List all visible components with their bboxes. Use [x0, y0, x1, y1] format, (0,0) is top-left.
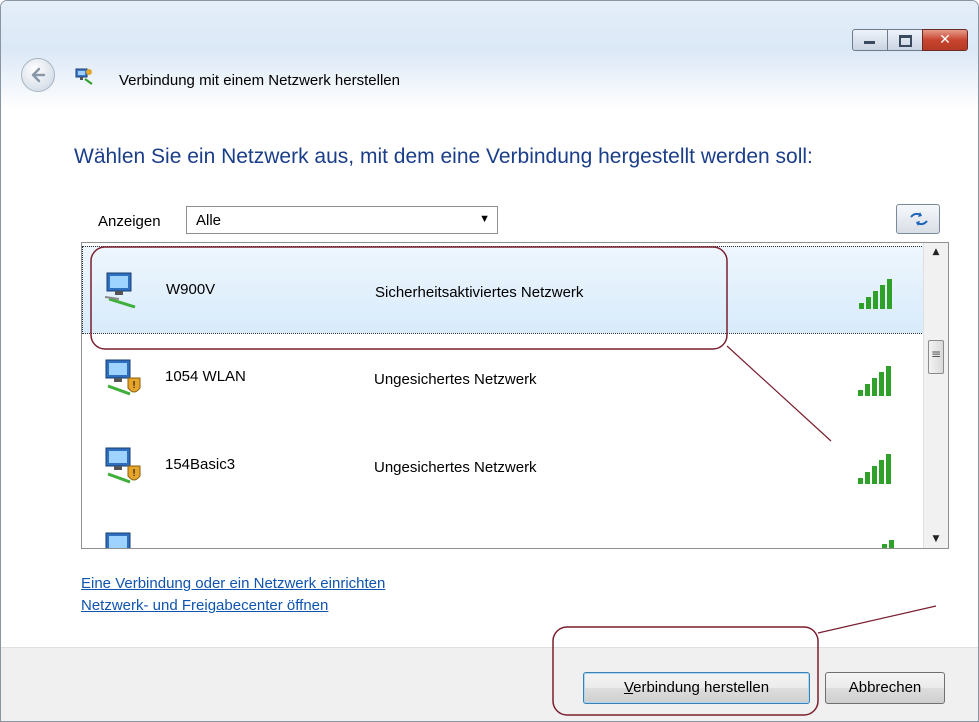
network-row-partial[interactable] — [82, 510, 924, 548]
page-heading: Wählen Sie ein Netzwerk aus, mit dem ein… — [74, 145, 813, 168]
network-icon — [105, 532, 131, 548]
svg-text:!: ! — [132, 380, 136, 391]
filter-label: Anzeigen — [98, 213, 161, 230]
filter-dropdown[interactable]: Alle ▼ — [186, 206, 498, 234]
dialog-footer: Verbindung herstellen Abbrechen — [1, 647, 978, 721]
network-list: W900V Sicherheitsaktiviertes Netzwerk ! … — [81, 242, 949, 549]
signal-bar — [873, 291, 878, 309]
signal-strength-partial-icon — [882, 540, 894, 548]
back-button[interactable] — [21, 58, 55, 92]
secured-network-icon — [104, 272, 136, 309]
network-name: 154Basic3 — [165, 456, 236, 473]
title-bar: Verbindung mit einem Netzwerk herstellen — [1, 1, 978, 109]
signal-bar — [859, 303, 864, 309]
scroll-down-icon[interactable]: ▼ — [924, 530, 948, 548]
signal-bar — [887, 279, 892, 309]
network-security: Sicherheitsaktiviertes Netzwerk — [375, 284, 584, 301]
setup-connection-link[interactable]: Eine Verbindung oder ein Netzwerk einric… — [81, 573, 385, 595]
back-arrow-icon — [31, 67, 46, 83]
network-row[interactable]: ! 154Basic3 Ungesichertes Netzwerk — [82, 422, 924, 510]
refresh-button[interactable] — [896, 204, 940, 234]
refresh-icon — [910, 212, 928, 226]
connect-button-label: Verbindung herstellen — [623, 679, 770, 696]
dropdown-arrow-icon: ▼ — [479, 213, 490, 225]
network-center-link[interactable]: Netzwerk- und Freigabecenter öffnen — [81, 595, 385, 617]
network-name: 1054 WLAN — [165, 368, 246, 385]
network-row[interactable]: ! 1054 WLAN Ungesichertes Netzwerk — [82, 334, 924, 422]
signal-bar — [886, 454, 891, 484]
network-row[interactable]: W900V Sicherheitsaktiviertes Netzwerk — [82, 246, 924, 334]
svg-text:!: ! — [132, 468, 136, 479]
signal-bar — [858, 390, 863, 396]
network-security: Ungesichertes Netzwerk — [374, 371, 537, 388]
list-scrollbar[interactable]: ▲ ▼ — [923, 243, 948, 548]
scroll-up-icon[interactable]: ▲ — [924, 243, 948, 261]
network-name: W900V — [166, 281, 216, 298]
network-connection-icon — [75, 68, 93, 85]
network-security: Ungesichertes Netzwerk — [374, 459, 537, 476]
annotation-line — [817, 605, 937, 634]
signal-bar — [865, 472, 870, 484]
scroll-thumb[interactable] — [928, 340, 944, 374]
filter-selected-value: Alle — [196, 212, 222, 229]
signal-bar — [865, 384, 870, 396]
signal-bar — [872, 378, 877, 396]
signal-bar — [866, 297, 871, 309]
links-section: Eine Verbindung oder ein Netzwerk einric… — [81, 573, 385, 617]
signal-strength-icon — [858, 454, 891, 484]
signal-strength-icon — [858, 366, 891, 396]
signal-bar — [879, 372, 884, 396]
signal-bar — [872, 466, 877, 484]
connect-button[interactable]: Verbindung herstellen — [583, 672, 810, 704]
signal-bar — [886, 366, 891, 396]
unsecured-network-icon: ! — [105, 359, 141, 396]
signal-bar — [879, 460, 884, 484]
cancel-button[interactable]: Abbrechen — [825, 672, 945, 704]
signal-bar — [858, 478, 863, 484]
maximize-button[interactable] — [887, 29, 923, 51]
signal-bar — [880, 285, 885, 309]
window-title: Verbindung mit einem Netzwerk herstellen — [119, 72, 400, 89]
caption-buttons — [852, 29, 968, 51]
minimize-button[interactable] — [852, 29, 888, 51]
unsecured-network-icon: ! — [105, 447, 141, 484]
signal-strength-icon — [859, 279, 892, 309]
close-button[interactable] — [922, 29, 968, 51]
connect-network-dialog: Verbindung mit einem Netzwerk herstellen… — [0, 0, 979, 722]
